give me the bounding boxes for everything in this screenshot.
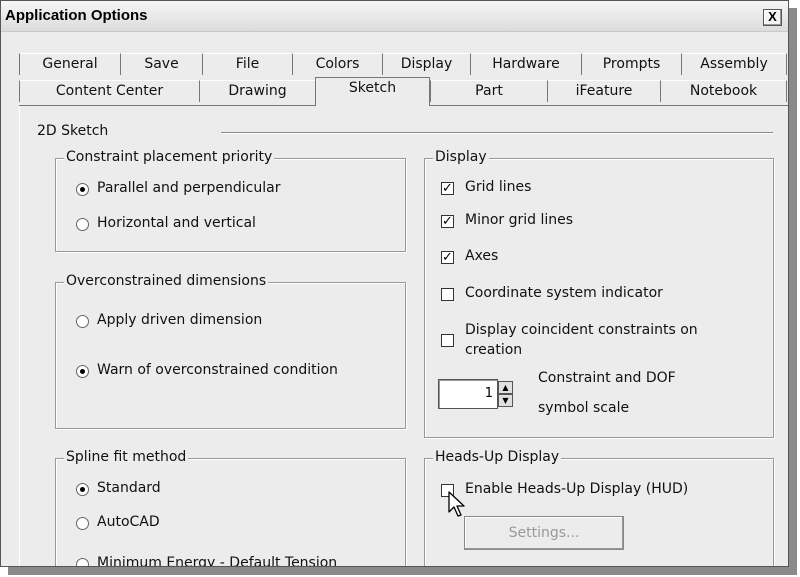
title-bar[interactable]: Application Options X	[1, 1, 788, 32]
checkbox-axes[interactable]: ✓	[441, 251, 454, 264]
section-title-2d-sketch: 2D Sketch	[37, 123, 109, 139]
tab-sketch[interactable]: Sketch	[315, 77, 430, 106]
radio-autocad[interactable]	[76, 517, 89, 530]
checkbox-minor-grid-lines[interactable]: ✓	[441, 215, 454, 228]
constraint-placement-title: Constraint placement priority	[64, 149, 275, 165]
tab-part[interactable]: Part	[430, 80, 547, 102]
tab-colors[interactable]: Colors	[292, 53, 382, 75]
tab-drawing[interactable]: Drawing	[199, 80, 315, 102]
label-standard[interactable]: Standard	[97, 480, 161, 496]
settings-button[interactable]: Settings...	[464, 516, 624, 550]
label-parallel-perpendicular[interactable]: Parallel and perpendicular	[97, 180, 280, 196]
constraint-placement-group: Constraint placement priority	[55, 149, 406, 252]
radio-horizontal-vertical[interactable]	[76, 218, 89, 231]
radio-apply-driven-dimension[interactable]	[76, 315, 89, 328]
close-button[interactable]: X	[763, 9, 782, 26]
label-autocad[interactable]: AutoCAD	[97, 514, 160, 530]
section-divider	[221, 132, 773, 134]
label-dof-line1: Constraint and DOF	[538, 370, 676, 386]
tab-content-center[interactable]: Content Center	[19, 80, 199, 102]
spin-up-icon[interactable]: ▲	[498, 381, 513, 394]
tab-save[interactable]: Save	[120, 53, 202, 75]
tab-row-2: Content Center Drawing Sketch Part iFeat…	[19, 77, 788, 106]
radio-minimum-energy[interactable]	[76, 558, 89, 566]
overconstrained-title: Overconstrained dimensions	[64, 273, 269, 289]
tab-hardware[interactable]: Hardware	[470, 53, 581, 75]
tab-general[interactable]: General	[19, 53, 120, 75]
label-dof-line2: symbol scale	[538, 400, 630, 416]
label-axes[interactable]: Axes	[465, 248, 498, 264]
checkbox-coincident-constraints[interactable]	[441, 334, 454, 347]
tab-ifeature[interactable]: iFeature	[547, 80, 660, 102]
mouse-cursor-icon	[448, 491, 465, 517]
tab-prompts[interactable]: Prompts	[581, 53, 681, 75]
hud-title: Heads-Up Display	[433, 449, 562, 465]
spline-fit-group: Spline fit method	[55, 449, 406, 566]
label-coincident-constraints-line2[interactable]: creation	[465, 342, 522, 358]
dof-scale-spinner: ▲ ▼	[498, 381, 513, 409]
dof-scale-value: 1	[484, 386, 493, 401]
label-warn-overconstrained[interactable]: Warn of overconstrained condition	[97, 362, 338, 378]
tab-assembly[interactable]: Assembly	[681, 53, 787, 75]
label-minor-grid-lines[interactable]: Minor grid lines	[465, 212, 573, 228]
label-coordinate-system-indicator[interactable]: Coordinate system indicator	[465, 285, 663, 301]
label-coincident-constraints-line1[interactable]: Display coincident constraints on	[465, 322, 698, 338]
tab-row-1: General Save File Colors Display Hardwar…	[19, 53, 788, 77]
label-enable-hud[interactable]: Enable Heads-Up Display (HUD)	[465, 481, 688, 497]
label-minimum-energy[interactable]: Minimum Energy - Default Tension	[97, 555, 337, 566]
overconstrained-group: Overconstrained dimensions	[55, 273, 406, 429]
spin-down-icon[interactable]: ▼	[498, 394, 513, 407]
window-shadow-right	[789, 8, 797, 574]
hud-group: Heads-Up Display	[424, 449, 774, 566]
radio-warn-overconstrained[interactable]	[76, 365, 89, 378]
dof-scale-input[interactable]: 1	[438, 379, 498, 409]
tab-display[interactable]: Display	[382, 53, 470, 75]
spline-fit-title: Spline fit method	[64, 449, 189, 465]
tab-file[interactable]: File	[202, 53, 292, 75]
checkbox-grid-lines[interactable]: ✓	[441, 182, 454, 195]
application-options-dialog: Application Options X General Save File …	[0, 0, 789, 567]
label-grid-lines[interactable]: Grid lines	[465, 179, 531, 195]
radio-parallel-perpendicular[interactable]	[76, 183, 89, 196]
window-shadow-bottom	[8, 567, 797, 575]
dialog-title: Application Options	[5, 7, 148, 24]
radio-standard[interactable]	[76, 483, 89, 496]
checkbox-coordinate-system-indicator[interactable]	[441, 288, 454, 301]
label-horizontal-vertical[interactable]: Horizontal and vertical	[97, 215, 256, 231]
tab-notebook[interactable]: Notebook	[660, 80, 787, 102]
label-apply-driven-dimension[interactable]: Apply driven dimension	[97, 312, 262, 328]
display-title: Display	[433, 149, 489, 165]
